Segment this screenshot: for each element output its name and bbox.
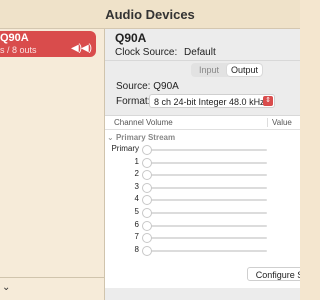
column-header-channel-volume[interactable]: Channel Volume xyxy=(114,118,173,127)
volume-slider-knob[interactable] xyxy=(142,182,152,193)
channel-label: 6 xyxy=(134,219,139,229)
channel-label: 2 xyxy=(134,169,139,179)
volume-slider-knob[interactable] xyxy=(142,233,152,244)
volume-slider-track[interactable] xyxy=(147,149,267,151)
source-row: Source: Q90A xyxy=(116,81,179,92)
select-arrows-icon: ⇕ xyxy=(263,96,273,106)
clock-source-label: Clock Source: xyxy=(115,47,178,58)
channel-label: 7 xyxy=(134,232,139,242)
device-list-item[interactable]: Q90A s / 8 outs ◀) ◀) xyxy=(0,31,96,57)
volume-slider-track[interactable] xyxy=(147,199,267,202)
audio-devices-window: Audio Devices Q90A s / 8 outs ◀) ◀) ⌄ Q9… xyxy=(0,0,300,300)
configure-speakers-button[interactable]: Configure Sp xyxy=(247,267,300,281)
input-output-segmented-control: Input Output xyxy=(191,63,263,77)
clock-source: Clock Source: Default xyxy=(115,47,216,58)
sidebar-footer: ⌄ xyxy=(0,277,104,300)
disclosure-chevron-icon: ⌄ xyxy=(107,133,114,142)
device-sidebar: Q90A s / 8 outs ◀) ◀) ⌄ xyxy=(0,29,105,300)
volume-slider-knob[interactable] xyxy=(142,145,152,155)
speaker-volume-icon: ◀) xyxy=(80,43,92,54)
tab-output[interactable]: Output xyxy=(227,64,262,76)
volume-slider-track[interactable] xyxy=(147,249,267,252)
device-title: Q90A xyxy=(115,31,147,45)
volume-slider-knob[interactable] xyxy=(142,245,152,256)
device-name: Q90A xyxy=(0,32,29,44)
tab-input[interactable]: Input xyxy=(192,64,226,76)
format-value: 8 ch 24-bit Integer 48.0 kHz xyxy=(154,97,265,107)
format-select[interactable]: 8 ch 24-bit Integer 48.0 kHz ⇕ xyxy=(149,94,275,108)
channel-label: 5 xyxy=(134,207,139,216)
volume-slider-track[interactable] xyxy=(147,186,267,189)
channel-label: 3 xyxy=(134,181,139,191)
volume-slider-knob[interactable] xyxy=(142,195,152,206)
volume-slider-track[interactable] xyxy=(147,212,267,214)
table-header: Channel Volume Value xyxy=(105,116,300,130)
chevron-down-icon[interactable]: ⌄ xyxy=(2,282,10,293)
column-header-value[interactable]: Value xyxy=(267,118,292,127)
channel-label: Primary xyxy=(111,144,139,153)
header-divider xyxy=(105,60,300,61)
volume-slider-track[interactable] xyxy=(147,237,267,240)
volume-slider-track[interactable] xyxy=(147,174,267,177)
channel-label: 4 xyxy=(134,194,139,204)
format-label: Format: xyxy=(116,96,151,107)
clock-source-value: Default xyxy=(184,47,216,58)
window-title: Audio Devices xyxy=(105,7,195,22)
volume-slider-knob[interactable] xyxy=(142,157,152,168)
stream-group-label: Primary Stream xyxy=(115,133,176,142)
volume-slider-track[interactable] xyxy=(147,161,267,164)
channel-volume-table: Channel Volume Value ⌄ Primary Stream Pr… xyxy=(105,115,300,288)
volume-slider-knob[interactable] xyxy=(142,170,152,181)
source-value: Q90A xyxy=(153,81,179,92)
stream-group[interactable]: ⌄ Primary Stream xyxy=(107,133,175,142)
volume-slider-knob[interactable] xyxy=(142,220,152,231)
volume-slider-track[interactable] xyxy=(147,224,267,227)
title-bar: Audio Devices xyxy=(0,0,300,29)
volume-slider-knob[interactable] xyxy=(142,208,152,218)
source-label: Source: xyxy=(116,81,151,92)
device-channels: s / 8 outs xyxy=(0,45,37,55)
channel-label: 1 xyxy=(134,156,139,166)
device-detail-panel: Q90A Clock Source: Default Input Output … xyxy=(105,29,300,300)
channel-label: 8 xyxy=(134,244,139,254)
